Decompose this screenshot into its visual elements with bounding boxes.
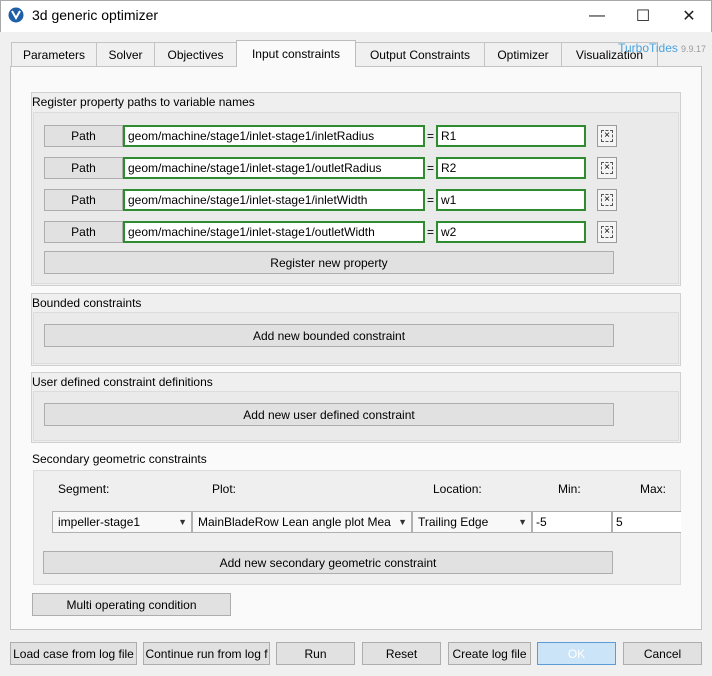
- tab-output-constraints[interactable]: Output Constraints: [355, 42, 485, 66]
- segment-header: Segment:: [58, 482, 110, 496]
- segment-select-value: impeller-stage1: [58, 515, 141, 529]
- multi-operating-condition-button[interactable]: Multi operating condition: [32, 593, 231, 616]
- max-input[interactable]: 5: [612, 511, 681, 533]
- tab-objectives[interactable]: Objectives: [154, 42, 237, 66]
- plot-select[interactable]: MainBladeRow Lean angle plot Mea ▼: [192, 511, 412, 533]
- brand-name: TurboTides: [618, 41, 678, 55]
- tab-optimizer[interactable]: Optimizer: [484, 42, 562, 66]
- chevron-down-icon: ▼: [178, 517, 187, 527]
- chevron-down-icon: ▼: [398, 517, 407, 527]
- reset-button[interactable]: Reset: [362, 642, 441, 665]
- minimize-button[interactable]: —: [574, 0, 620, 32]
- segment-select[interactable]: impeller-stage1 ▼: [52, 511, 192, 533]
- delete-row-button[interactable]: ×: [597, 125, 617, 147]
- equals-sign: =: [427, 193, 435, 207]
- close-icon: ×: [601, 162, 613, 174]
- add-user-defined-constraint-button[interactable]: Add new user defined constraint: [44, 403, 614, 426]
- close-icon: ×: [601, 226, 613, 238]
- variable-name-input[interactable]: R1: [436, 125, 586, 147]
- register-group-title: Register property paths to variable name…: [32, 95, 255, 109]
- window-title: 3d generic optimizer: [32, 7, 159, 23]
- location-select[interactable]: Trailing Edge ▼: [412, 511, 532, 533]
- ok-button[interactable]: OK: [537, 642, 616, 665]
- close-button[interactable]: ✕: [666, 0, 712, 32]
- delete-row-button[interactable]: ×: [597, 157, 617, 179]
- register-new-property-button[interactable]: Register new property: [44, 251, 614, 274]
- variable-name-input[interactable]: R2: [436, 157, 586, 179]
- min-header: Min:: [558, 482, 581, 496]
- plot-select-value: MainBladeRow Lean angle plot Mea: [198, 515, 391, 529]
- run-button[interactable]: Run: [276, 642, 355, 665]
- chevron-down-icon: ▼: [518, 517, 527, 527]
- property-path-input[interactable]: geom/machine/stage1/inlet-stage1/outletW…: [123, 221, 425, 243]
- close-icon: ×: [601, 130, 613, 142]
- close-icon: ×: [601, 194, 613, 206]
- property-path-input[interactable]: geom/machine/stage1/inlet-stage1/inletWi…: [123, 189, 425, 211]
- max-header: Max:: [640, 482, 667, 496]
- variable-name-input[interactable]: w1: [436, 189, 586, 211]
- maximize-button[interactable]: ☐: [620, 0, 666, 32]
- min-input[interactable]: -5: [532, 511, 612, 533]
- create-log-button[interactable]: Create log file: [448, 642, 531, 665]
- add-bounded-constraint-button[interactable]: Add new bounded constraint: [44, 324, 614, 347]
- property-path-input[interactable]: geom/machine/stage1/inlet-stage1/outletR…: [123, 157, 425, 179]
- userdef-group-title: User defined constraint definitions: [32, 375, 213, 389]
- brand-label: TurboTides 9.9.17: [618, 41, 706, 55]
- cancel-button[interactable]: Cancel: [623, 642, 702, 665]
- plot-header: Plot:: [212, 482, 237, 496]
- add-secondary-constraint-button[interactable]: Add new secondary geometric constraint: [43, 551, 613, 574]
- path-button[interactable]: Path: [44, 221, 123, 243]
- location-select-value: Trailing Edge: [418, 515, 489, 529]
- tab-parameters[interactable]: Parameters: [11, 42, 97, 66]
- tab-solver[interactable]: Solver: [96, 42, 155, 66]
- equals-sign: =: [427, 225, 435, 239]
- equals-sign: =: [427, 129, 435, 143]
- continue-run-button[interactable]: Continue run from log f: [143, 642, 270, 665]
- secondary-title: Secondary geometric constraints: [32, 452, 207, 466]
- path-button[interactable]: Path: [44, 157, 123, 179]
- load-case-button[interactable]: Load case from log file: [10, 642, 137, 665]
- path-button[interactable]: Path: [44, 125, 123, 147]
- tab-input-constraints[interactable]: Input constraints: [236, 40, 356, 67]
- delete-row-button[interactable]: ×: [597, 189, 617, 211]
- variable-name-input[interactable]: w2: [436, 221, 586, 243]
- delete-row-button[interactable]: ×: [597, 221, 617, 243]
- equals-sign: =: [427, 161, 435, 175]
- property-path-input[interactable]: geom/machine/stage1/inlet-stage1/inletRa…: [123, 125, 425, 147]
- path-button[interactable]: Path: [44, 189, 123, 211]
- bounded-group-title: Bounded constraints: [32, 296, 142, 310]
- location-header: Location:: [433, 482, 482, 496]
- app-logo-icon: [8, 7, 24, 23]
- brand-version: 9.9.17: [680, 44, 706, 54]
